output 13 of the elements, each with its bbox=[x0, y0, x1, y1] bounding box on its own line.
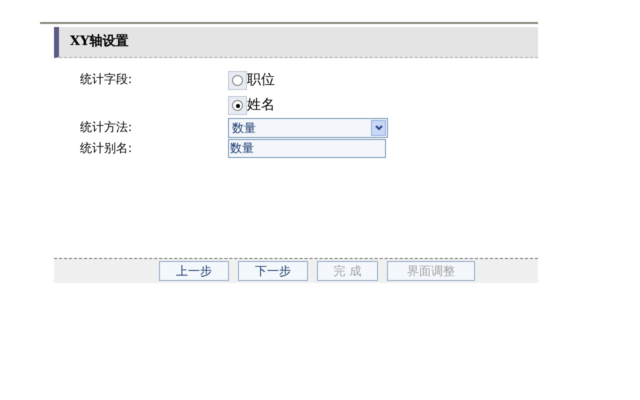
field-label: 统计别名: bbox=[80, 140, 134, 157]
select-field[interactable]: 数量 bbox=[228, 118, 388, 138]
step-button[interactable]: 下一步 bbox=[238, 261, 308, 281]
radio-label: 姓名 bbox=[247, 96, 275, 115]
field-label: 统计方法: bbox=[80, 119, 134, 136]
field-label: 统计字段: bbox=[80, 71, 134, 88]
text-field[interactable]: 数量 bbox=[228, 139, 386, 158]
step-button[interactable]: 上一步 bbox=[159, 261, 229, 281]
radio-button[interactable] bbox=[232, 100, 243, 111]
radio-button[interactable] bbox=[232, 75, 243, 86]
dropdown-caret-icon bbox=[374, 125, 382, 131]
panel-title: XY轴设置 bbox=[70, 33, 128, 52]
radio-label: 职位 bbox=[247, 71, 275, 90]
